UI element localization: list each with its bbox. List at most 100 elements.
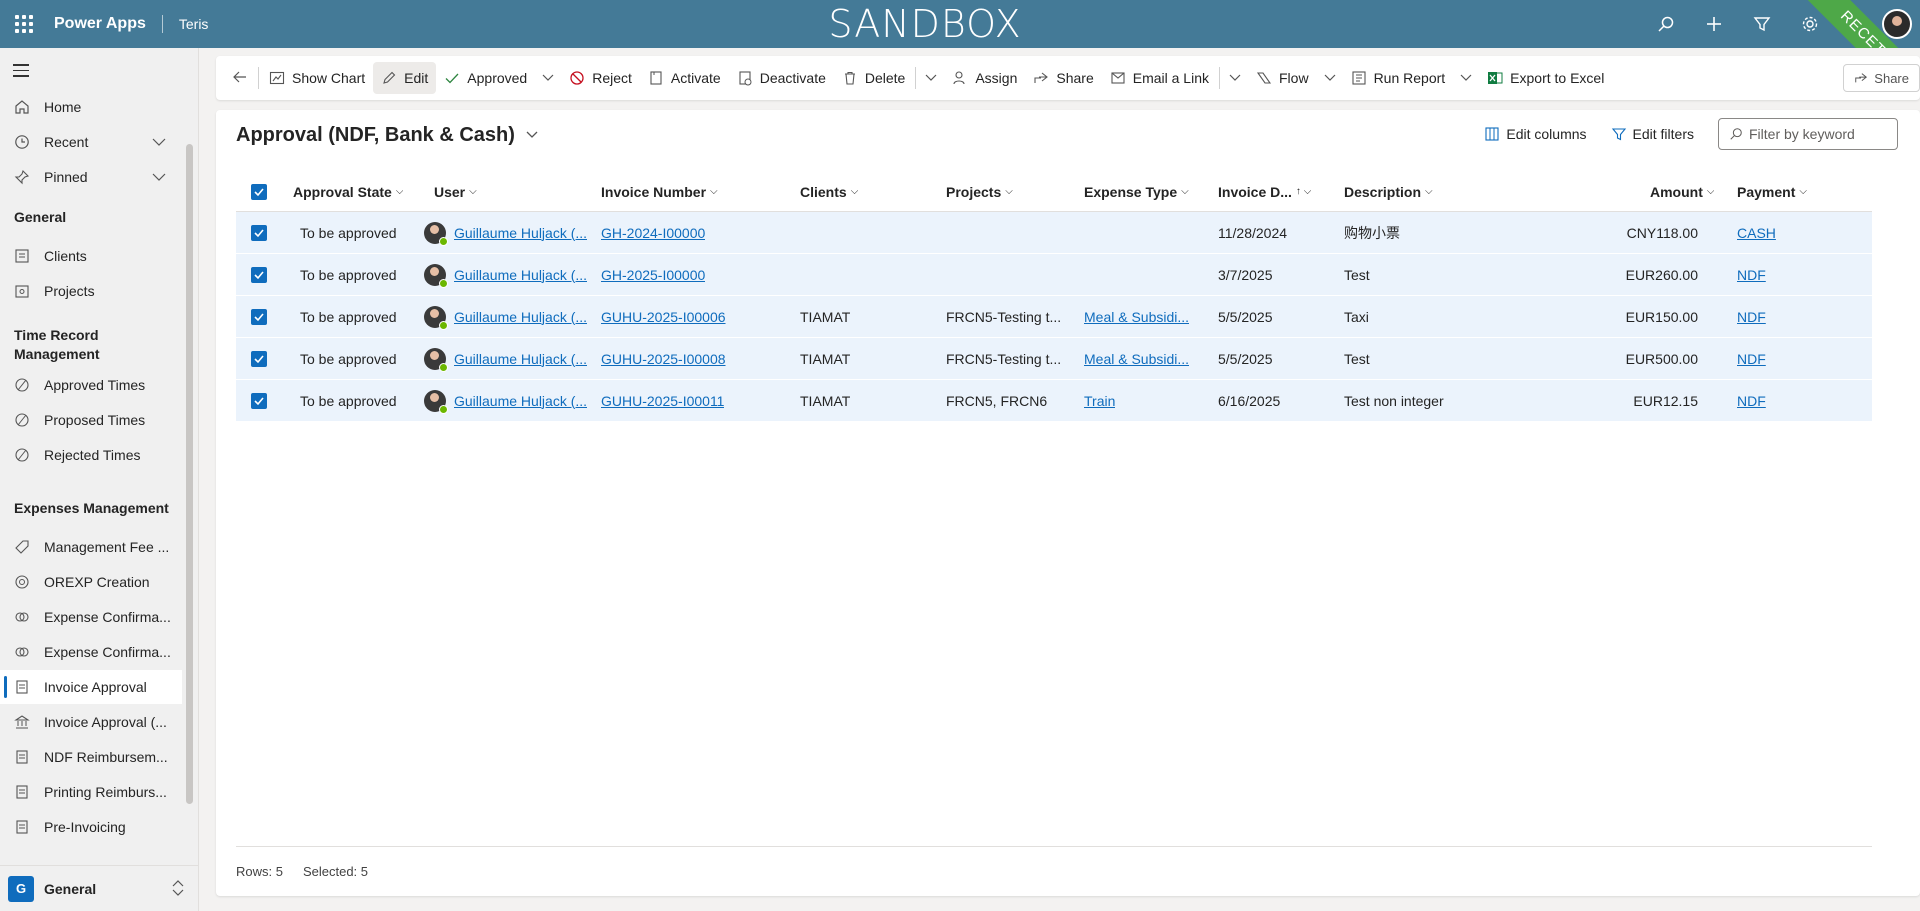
deactivate-icon xyxy=(737,70,753,86)
edit-columns-button[interactable]: Edit columns xyxy=(1484,126,1587,142)
cell-invoice-number[interactable]: GUHU-2025-I00008 xyxy=(601,338,726,379)
search-icon[interactable] xyxy=(1642,0,1690,48)
export-excel-button[interactable]: Export to Excel xyxy=(1479,62,1612,94)
sidebar-item-label: Projects xyxy=(44,283,95,299)
reject-button[interactable]: Reject xyxy=(561,62,640,94)
sidebar-item-clients[interactable]: Clients xyxy=(0,239,182,273)
cell-invoice-number[interactable]: GH-2024-I00000 xyxy=(601,212,705,253)
sidebar-item-pinned[interactable]: Pinned xyxy=(0,160,182,194)
approved-split-button[interactable] xyxy=(535,62,561,94)
row-checkbox[interactable] xyxy=(251,338,267,379)
cell-invoice-number[interactable]: GUHU-2025-I00006 xyxy=(601,296,726,337)
cell-payment[interactable]: NDF xyxy=(1737,254,1766,295)
column-header-invoice-number[interactable]: Invoice Number ⌵ xyxy=(601,172,718,211)
sidebar-item-invoice-approval[interactable]: Invoice Approval xyxy=(0,670,182,704)
run-report-split-button[interactable] xyxy=(1453,62,1479,94)
flow-button[interactable]: Flow xyxy=(1248,62,1317,94)
column-header-description[interactable]: Description ⌵ xyxy=(1344,172,1433,211)
column-header-expense-type[interactable]: Expense Type ⌵ xyxy=(1084,172,1189,211)
row-checkbox[interactable] xyxy=(251,296,267,337)
sidebar-item-recent[interactable]: Recent xyxy=(0,125,182,159)
cell-payment[interactable]: NDF xyxy=(1737,338,1766,379)
edit-filters-button[interactable]: Edit filters xyxy=(1611,126,1694,142)
sidebar-item-pre-invoicing[interactable]: Pre-Invoicing xyxy=(0,810,182,844)
delete-button[interactable]: Delete xyxy=(834,62,913,94)
cell-user[interactable]: Guillaume Huljack (... xyxy=(424,212,587,253)
cell-description: Test xyxy=(1344,266,1370,283)
email-link-button[interactable]: Email a Link xyxy=(1102,62,1217,94)
sidebar-item-projects[interactable]: Projects xyxy=(0,274,182,308)
cell-payment[interactable]: NDF xyxy=(1737,296,1766,337)
filter-by-keyword-input[interactable]: Filter by keyword xyxy=(1718,118,1898,150)
cell-approval-state: To be approved xyxy=(300,308,397,325)
cell-expense-type[interactable]: Meal & Subsidi... xyxy=(1084,338,1189,379)
cell-user[interactable]: Guillaume Huljack (... xyxy=(424,296,587,337)
table-row[interactable]: To be approved Guillaume Huljack (... GU… xyxy=(236,380,1872,422)
column-header-amount[interactable]: Amount ⌵ xyxy=(1650,172,1714,211)
chevron-down-icon[interactable] xyxy=(152,170,166,187)
assign-button[interactable]: Assign xyxy=(944,62,1025,94)
table-row[interactable]: To be approved Guillaume Huljack (... GH… xyxy=(236,254,1872,296)
cell-invoice-number[interactable]: GH-2025-I00000 xyxy=(601,254,705,295)
cell-user[interactable]: Guillaume Huljack (... xyxy=(424,254,587,295)
sidebar-item-management-fee[interactable]: Management Fee ... xyxy=(0,530,182,564)
sidebar-item-proposed-times[interactable]: Proposed Times xyxy=(0,403,182,437)
sidebar-item-expense-confirmation-2[interactable]: Expense Confirma... xyxy=(0,635,182,669)
column-header-approval-state[interactable]: Approval State ⌵ xyxy=(293,172,403,211)
more-commands-button[interactable] xyxy=(918,62,944,94)
back-button[interactable] xyxy=(224,62,256,94)
column-header-invoice-date[interactable]: Invoice D... ↑ ⌵ xyxy=(1218,172,1311,211)
activate-button[interactable]: Activate xyxy=(640,62,729,94)
sidebar-item-label: Management Fee ... xyxy=(44,539,170,555)
sidebar-item-printing-reimbursement[interactable]: Printing Reimburs... xyxy=(0,775,182,809)
row-checkbox[interactable] xyxy=(251,254,267,295)
assign-label: Assign xyxy=(975,70,1018,86)
column-header-user[interactable]: User ⌵ xyxy=(434,172,477,211)
cell-payment[interactable]: CASH xyxy=(1737,212,1776,253)
view-selector[interactable]: Approval (NDF, Bank & Cash) xyxy=(236,124,539,147)
area-switcher[interactable]: G General xyxy=(0,865,199,911)
column-header-clients[interactable]: Clients ⌵ xyxy=(800,172,858,211)
column-header-payment[interactable]: Payment ⌵ xyxy=(1737,172,1807,211)
edit-button[interactable]: Edit xyxy=(373,62,437,94)
select-all-checkbox[interactable] xyxy=(251,172,267,211)
new-icon[interactable] xyxy=(1690,0,1738,48)
flow-split-button[interactable] xyxy=(1317,62,1343,94)
sidebar-item-expense-confirmation-1[interactable]: Expense Confirma... xyxy=(0,600,182,634)
share-dropdown-button[interactable]: Share xyxy=(1843,64,1920,92)
sidebar-item-ndf-reimbursement[interactable]: NDF Reimbursem... xyxy=(0,740,182,774)
row-checkbox[interactable] xyxy=(251,380,267,421)
column-header-projects[interactable]: Projects ⌵ xyxy=(946,172,1013,211)
sort-ascending-icon: ↑ ⌵ xyxy=(1295,186,1312,197)
table-row[interactable]: To be approved Guillaume Huljack (... GU… xyxy=(236,296,1872,338)
cell-user[interactable]: Guillaume Huljack (... xyxy=(424,338,587,379)
sidebar-scrollbar[interactable] xyxy=(186,144,193,804)
cell-invoice-number[interactable]: GUHU-2025-I00011 xyxy=(601,380,724,421)
share-button[interactable]: Share xyxy=(1025,62,1101,94)
edit-filters-label: Edit filters xyxy=(1632,126,1694,142)
share-label: Share xyxy=(1056,70,1094,86)
more-commands-button-2[interactable] xyxy=(1222,62,1248,94)
row-checkbox[interactable] xyxy=(251,212,267,253)
show-chart-button[interactable]: Show Chart xyxy=(261,62,373,94)
table-row[interactable]: To be approved Guillaume Huljack (... GU… xyxy=(236,338,1872,380)
run-report-button[interactable]: Run Report xyxy=(1343,62,1454,94)
deactivate-button[interactable]: Deactivate xyxy=(729,62,834,94)
table-row[interactable]: To be approved Guillaume Huljack (... GH… xyxy=(236,212,1872,254)
sidebar-item-approved-times[interactable]: Approved Times xyxy=(0,368,182,402)
sidebar-item-orexp-creation[interactable]: OREXP Creation xyxy=(0,565,182,599)
cell-payment[interactable]: NDF xyxy=(1737,380,1766,421)
hamburger-menu-icon[interactable] xyxy=(13,64,29,81)
filter-icon[interactable] xyxy=(1738,0,1786,48)
approved-button[interactable]: Approved xyxy=(436,62,535,94)
chevron-down-icon[interactable] xyxy=(152,135,166,152)
cell-user[interactable]: Guillaume Huljack (... xyxy=(424,380,587,421)
cell-expense-type[interactable]: Meal & Subsidi... xyxy=(1084,296,1189,337)
sidebar-item-rejected-times[interactable]: Rejected Times xyxy=(0,438,182,472)
columns-icon xyxy=(1484,126,1500,142)
user-avatar[interactable] xyxy=(1882,9,1912,39)
sidebar-item-invoice-approval-2[interactable]: Invoice Approval (... xyxy=(0,705,182,739)
sidebar-item-home[interactable]: Home xyxy=(0,90,182,124)
cell-expense-type[interactable]: Train xyxy=(1084,380,1115,421)
sidebar-item-label: NDF Reimbursem... xyxy=(44,749,168,765)
